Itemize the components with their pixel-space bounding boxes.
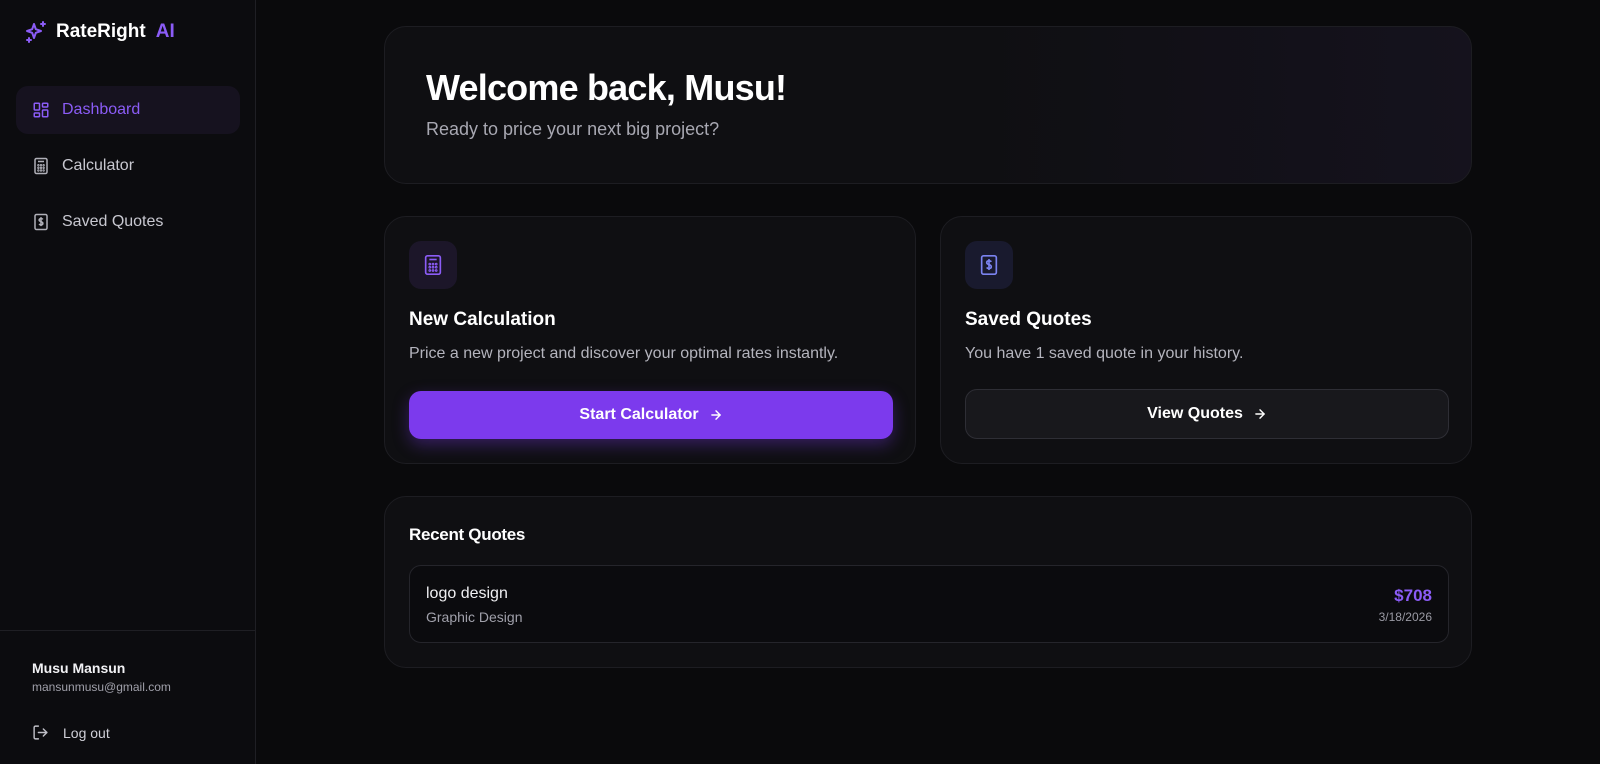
card-description: You have 1 saved quote in your history.	[965, 345, 1244, 362]
quote-name: logo design	[426, 585, 508, 602]
sidebar-item-label: Saved Quotes	[62, 213, 164, 230]
arrow-right-icon	[710, 410, 721, 420]
user-name: Musu Mansun	[32, 660, 126, 676]
new-calculation-card: New Calculation Price a new project and …	[384, 216, 916, 464]
sparkles-icon	[26, 21, 46, 43]
brand-logo[interactable]: RateRight AI	[24, 20, 175, 44]
button-label: View Quotes	[1147, 405, 1243, 422]
logout-icon	[33, 725, 48, 740]
user-panel: Musu Mansun mansunmusu@gmail.com Log out	[0, 630, 255, 764]
quote-date: 3/18/2026	[1378, 610, 1432, 624]
sidebar: RateRight AI Dashboard Calculator Saved …	[0, 0, 256, 764]
start-calculator-button[interactable]: Start Calculator	[409, 391, 893, 439]
button-label: Start Calculator	[579, 406, 699, 423]
quote-category: Graphic Design	[426, 609, 523, 625]
card-title: Saved Quotes	[965, 309, 1092, 330]
dashboard-grid-icon	[33, 102, 49, 118]
list-item[interactable]: logo design Graphic Design $708 3/18/202…	[409, 565, 1449, 643]
recent-quotes-panel: Recent Quotes logo design Graphic Design…	[384, 496, 1472, 668]
receipt-dollar-icon	[980, 255, 998, 275]
receipt-tile	[965, 241, 1013, 289]
welcome-banner: Welcome back, Musu! Ready to price your …	[384, 26, 1472, 184]
sidebar-item-label: Calculator	[62, 157, 135, 174]
section-title: Recent Quotes	[409, 525, 526, 544]
receipt-dollar-icon	[34, 213, 48, 231]
sidebar-item-calculator[interactable]: Calculator	[16, 142, 240, 190]
quote-price: $708	[1394, 586, 1432, 605]
logout-button[interactable]: Log out	[32, 724, 110, 741]
arrow-right-icon	[1255, 409, 1265, 419]
page-title: Welcome back, Musu!	[426, 67, 787, 108]
page-subtitle: Ready to price your next big project?	[426, 119, 720, 139]
calculator-icon	[34, 157, 48, 175]
calculator-icon	[424, 255, 442, 275]
sidebar-nav: Dashboard Calculator Saved Quotes	[16, 86, 240, 254]
brand-suffix: AI	[155, 21, 175, 42]
view-quotes-button[interactable]: View Quotes	[965, 389, 1449, 439]
calculator-tile	[409, 241, 457, 289]
brand-name: RateRight	[56, 21, 146, 42]
card-title: New Calculation	[409, 309, 556, 330]
sidebar-item-dashboard[interactable]: Dashboard	[16, 86, 240, 134]
sidebar-item-label: Dashboard	[62, 101, 141, 118]
user-email: mansunmusu@gmail.com	[32, 680, 171, 694]
sidebar-item-saved-quotes[interactable]: Saved Quotes	[16, 198, 240, 246]
logout-label: Log out	[63, 724, 110, 741]
card-description: Price a new project and discover your op…	[409, 345, 839, 362]
saved-quotes-card: Saved Quotes You have 1 saved quote in y…	[940, 216, 1472, 464]
